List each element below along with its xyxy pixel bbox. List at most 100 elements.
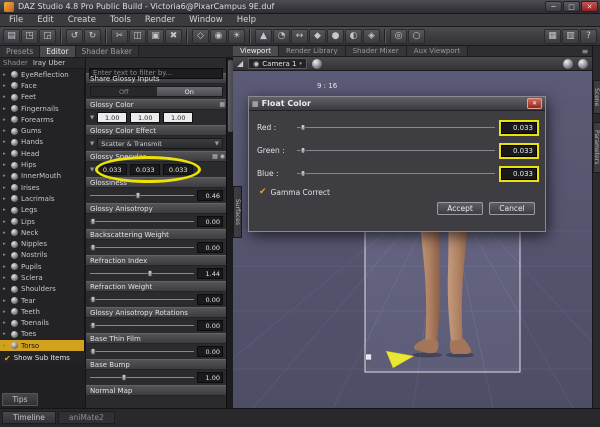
property-header[interactable]: Glossy Specular▦◉▾ <box>86 151 233 162</box>
close-button[interactable]: ✕ <box>581 1 598 12</box>
title-bar[interactable]: DAZ Studio 4.8 Pro Public Build - Victor… <box>0 0 600 14</box>
tab-viewport[interactable]: Viewport <box>233 46 279 56</box>
field-value[interactable]: 0.033 <box>501 167 537 180</box>
paste-icon[interactable]: ▣ <box>147 28 164 44</box>
tab-aux-viewport[interactable]: Aux Viewport <box>406 46 469 56</box>
color-value-box[interactable]: 0.033 <box>97 164 128 175</box>
color-wheel-icon[interactable]: ◉ <box>220 153 225 160</box>
tab-animate2[interactable]: aniMate2 <box>57 411 115 424</box>
slider-glossy-anisotropy-rotations[interactable] <box>90 320 194 331</box>
surface-item-face[interactable]: ▸ Face <box>0 80 84 91</box>
surface-item-torso[interactable]: ▸ Torso <box>0 340 84 352</box>
slider-glossiness[interactable] <box>90 190 194 201</box>
chevron-down-icon[interactable]: ▼ <box>90 167 94 173</box>
surface-item-nipples[interactable]: ▸ Nipples <box>0 238 84 249</box>
gamma-correct-checkbox[interactable]: ✔ Gamma Correct <box>257 185 537 199</box>
create-light-icon[interactable]: ☀ <box>228 28 245 44</box>
drawstyle-sphere-icon[interactable] <box>311 58 322 69</box>
view-cube-icon[interactable] <box>578 58 588 69</box>
field-slider[interactable] <box>297 145 495 156</box>
surface-item-toes[interactable]: ▸ Toes <box>0 329 84 340</box>
cancel-button[interactable]: Cancel <box>489 202 535 215</box>
property-header[interactable]: Normal Map <box>86 385 233 396</box>
color-value-box[interactable]: 1.00 <box>130 112 161 123</box>
surface-item-legs[interactable]: ▸ Legs <box>0 205 84 216</box>
undo-icon[interactable]: ↺ <box>66 28 83 44</box>
image-map-icon[interactable]: ▦ <box>212 153 218 160</box>
tab-shader-baker[interactable]: Shader Baker <box>75 46 139 57</box>
render-icon[interactable]: ◎ <box>390 28 407 44</box>
surface-item-teeth[interactable]: ▸ Teeth <box>0 306 84 317</box>
panes-icon[interactable]: ▥ <box>562 28 579 44</box>
expand-arrow-icon[interactable]: ▸ <box>3 343 8 349</box>
surface-item-sclera[interactable]: ▸ Sclera <box>0 272 84 283</box>
property-header[interactable]: Glossy Color Effect <box>86 125 233 136</box>
property-header[interactable]: Share Glossy Inputs <box>86 73 233 84</box>
expand-arrow-icon[interactable]: ▸ <box>3 252 8 258</box>
property-header[interactable]: Base Bump <box>86 359 233 370</box>
translate-tool-icon[interactable]: ↔ <box>291 28 308 44</box>
slider-thumb[interactable] <box>300 170 306 177</box>
field-slider[interactable] <box>297 122 495 133</box>
open-file-icon[interactable]: ◳ <box>21 28 38 44</box>
tips-tab[interactable]: Tips <box>2 393 38 406</box>
property-header[interactable]: Base Thin Film <box>86 333 233 344</box>
color-value-box[interactable]: 0.033 <box>163 164 194 175</box>
redo-icon[interactable]: ↻ <box>84 28 101 44</box>
expand-arrow-icon[interactable]: ▸ <box>3 275 8 281</box>
slider-thumb[interactable] <box>121 374 127 381</box>
rotate-tool-icon[interactable]: ◔ <box>273 28 290 44</box>
pan-icon[interactable]: ◢ <box>237 59 243 68</box>
slider-glossy-anisotropy[interactable] <box>90 216 194 227</box>
node-cube-icon[interactable] <box>365 353 372 361</box>
expand-arrow-icon[interactable]: ▸ <box>3 173 8 179</box>
slider-thumb[interactable] <box>300 124 306 131</box>
property-header[interactable]: Glossy Color▦▾ <box>86 99 233 110</box>
slider-backscattering-weight[interactable] <box>90 242 194 253</box>
toggle-option-off[interactable]: Off <box>91 87 157 96</box>
expand-arrow-icon[interactable]: ▸ <box>3 331 8 337</box>
menu-help[interactable]: Help <box>230 14 263 26</box>
surface-item-feet[interactable]: ▸ Feet <box>0 92 84 103</box>
expand-arrow-icon[interactable]: ▸ <box>3 219 8 225</box>
tab-shader-mixer[interactable]: Shader Mixer <box>345 46 407 56</box>
property-header[interactable]: Refraction Weight <box>86 281 233 292</box>
color-value-box[interactable]: 1.00 <box>163 112 194 123</box>
dialog-title-bar[interactable]: ▦ Float Color ✕ <box>249 97 545 111</box>
expand-arrow-icon[interactable]: ▸ <box>3 94 8 100</box>
expand-arrow-icon[interactable]: ▸ <box>3 309 8 315</box>
slider-base-bump[interactable] <box>90 372 194 383</box>
region-navigator-icon[interactable]: ◈ <box>363 28 380 44</box>
expand-arrow-icon[interactable]: ▸ <box>3 207 8 213</box>
expand-arrow-icon[interactable]: ▸ <box>3 83 8 89</box>
chevron-down-icon[interactable]: ▼ <box>90 141 94 147</box>
slider-thumb[interactable] <box>90 322 96 329</box>
expand-arrow-icon[interactable]: ▸ <box>3 264 8 270</box>
field-value[interactable]: 0.033 <box>501 144 537 157</box>
property-header[interactable]: Glossiness <box>86 177 233 188</box>
slider-value[interactable]: 0.00 <box>197 346 223 357</box>
copy-icon[interactable]: ◫ <box>129 28 146 44</box>
menu-render[interactable]: Render <box>138 14 182 26</box>
expand-arrow-icon[interactable]: ▸ <box>3 162 8 168</box>
slider-value[interactable]: 0.46 <box>197 190 223 201</box>
create-camera-icon[interactable]: ◉ <box>210 28 227 44</box>
surface-item-lacrimals[interactable]: ▸ Lacrimals <box>0 193 84 204</box>
surface-item-forearms[interactable]: ▸ Forearms <box>0 114 84 125</box>
surface-item-eyereflection[interactable]: ▸ EyeReflection <box>0 69 84 80</box>
dialog-close-button[interactable]: ✕ <box>527 98 542 109</box>
slider-thumb[interactable] <box>90 244 96 251</box>
tab-editor[interactable]: Editor <box>40 46 76 57</box>
slider-thumb[interactable] <box>300 147 306 154</box>
side-tab-scene[interactable]: Scene <box>592 80 600 115</box>
scale-tool-icon[interactable]: ◆ <box>309 28 326 44</box>
delete-icon[interactable]: ✖ <box>165 28 182 44</box>
pane-menu-icon[interactable]: ≡ <box>578 46 592 56</box>
surfaces-side-tab[interactable]: Surfaces <box>233 186 242 238</box>
new-file-icon[interactable]: ▤ <box>3 28 20 44</box>
surface-item-lips[interactable]: ▸ Lips <box>0 216 84 227</box>
surface-item-head[interactable]: ▸ Head <box>0 148 84 159</box>
slider-thumb[interactable] <box>135 192 141 199</box>
shader-value[interactable]: Iray Uber <box>33 59 65 67</box>
expand-arrow-icon[interactable]: ▸ <box>3 185 8 191</box>
